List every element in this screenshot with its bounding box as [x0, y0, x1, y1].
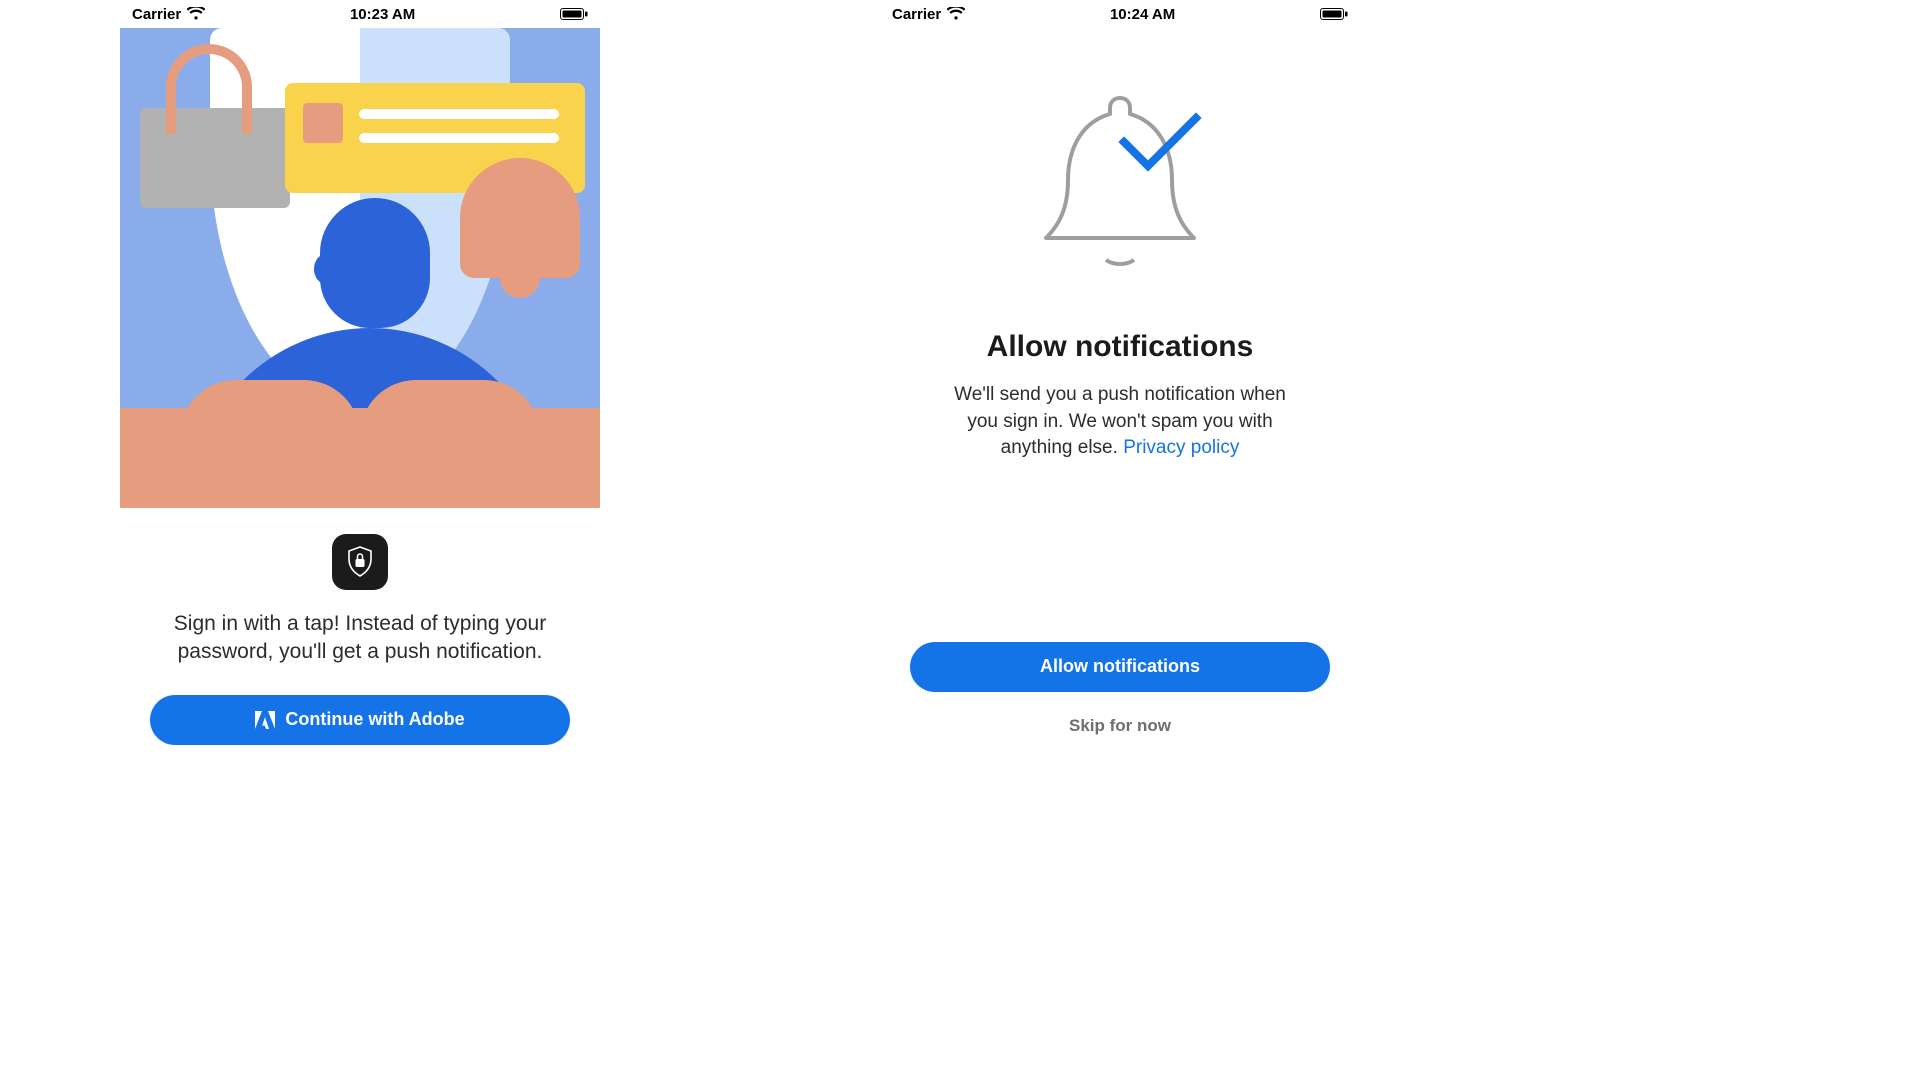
app-badge-icon — [332, 534, 388, 590]
allow-notifications-subtitle: We'll send you a push notification when … — [940, 382, 1300, 462]
onboarding-blurb: Sign in with a tap! Instead of typing yo… — [160, 610, 560, 667]
battery-icon — [560, 7, 588, 21]
onboarding-sign-in-screen: Carrier 10:23 AM Sign in with a — [120, 0, 600, 900]
continue-with-adobe-label: Continue with Adobe — [285, 709, 464, 730]
allow-notifications-screen: Carrier 10:24 AM Allow notifications We'… — [880, 0, 1360, 900]
status-time: 10:24 AM — [1110, 6, 1175, 23]
privacy-policy-link[interactable]: Privacy policy — [1123, 437, 1239, 458]
bell-with-check-icon — [880, 78, 1360, 298]
status-carrier: Carrier — [132, 6, 181, 23]
adobe-logo-icon — [255, 711, 275, 729]
battery-icon — [1320, 7, 1348, 21]
continue-with-adobe-button[interactable]: Continue with Adobe — [150, 695, 570, 745]
status-time: 10:23 AM — [350, 6, 415, 23]
allow-notifications-title: Allow notifications — [880, 330, 1360, 364]
padlock-icon — [140, 108, 290, 208]
person-icon — [320, 198, 430, 328]
status-carrier: Carrier — [892, 6, 941, 23]
bell-icon — [460, 158, 580, 278]
hero-illustration — [120, 28, 600, 508]
ios-status-bar: Carrier 10:23 AM — [120, 0, 600, 28]
skip-for-now-button[interactable]: Skip for now — [880, 716, 1360, 736]
wifi-icon — [187, 7, 205, 21]
allow-notifications-button-label: Allow notifications — [1040, 656, 1200, 677]
wifi-icon — [947, 7, 965, 21]
allow-notifications-button[interactable]: Allow notifications — [910, 642, 1330, 692]
ios-status-bar: Carrier 10:24 AM — [880, 0, 1360, 28]
